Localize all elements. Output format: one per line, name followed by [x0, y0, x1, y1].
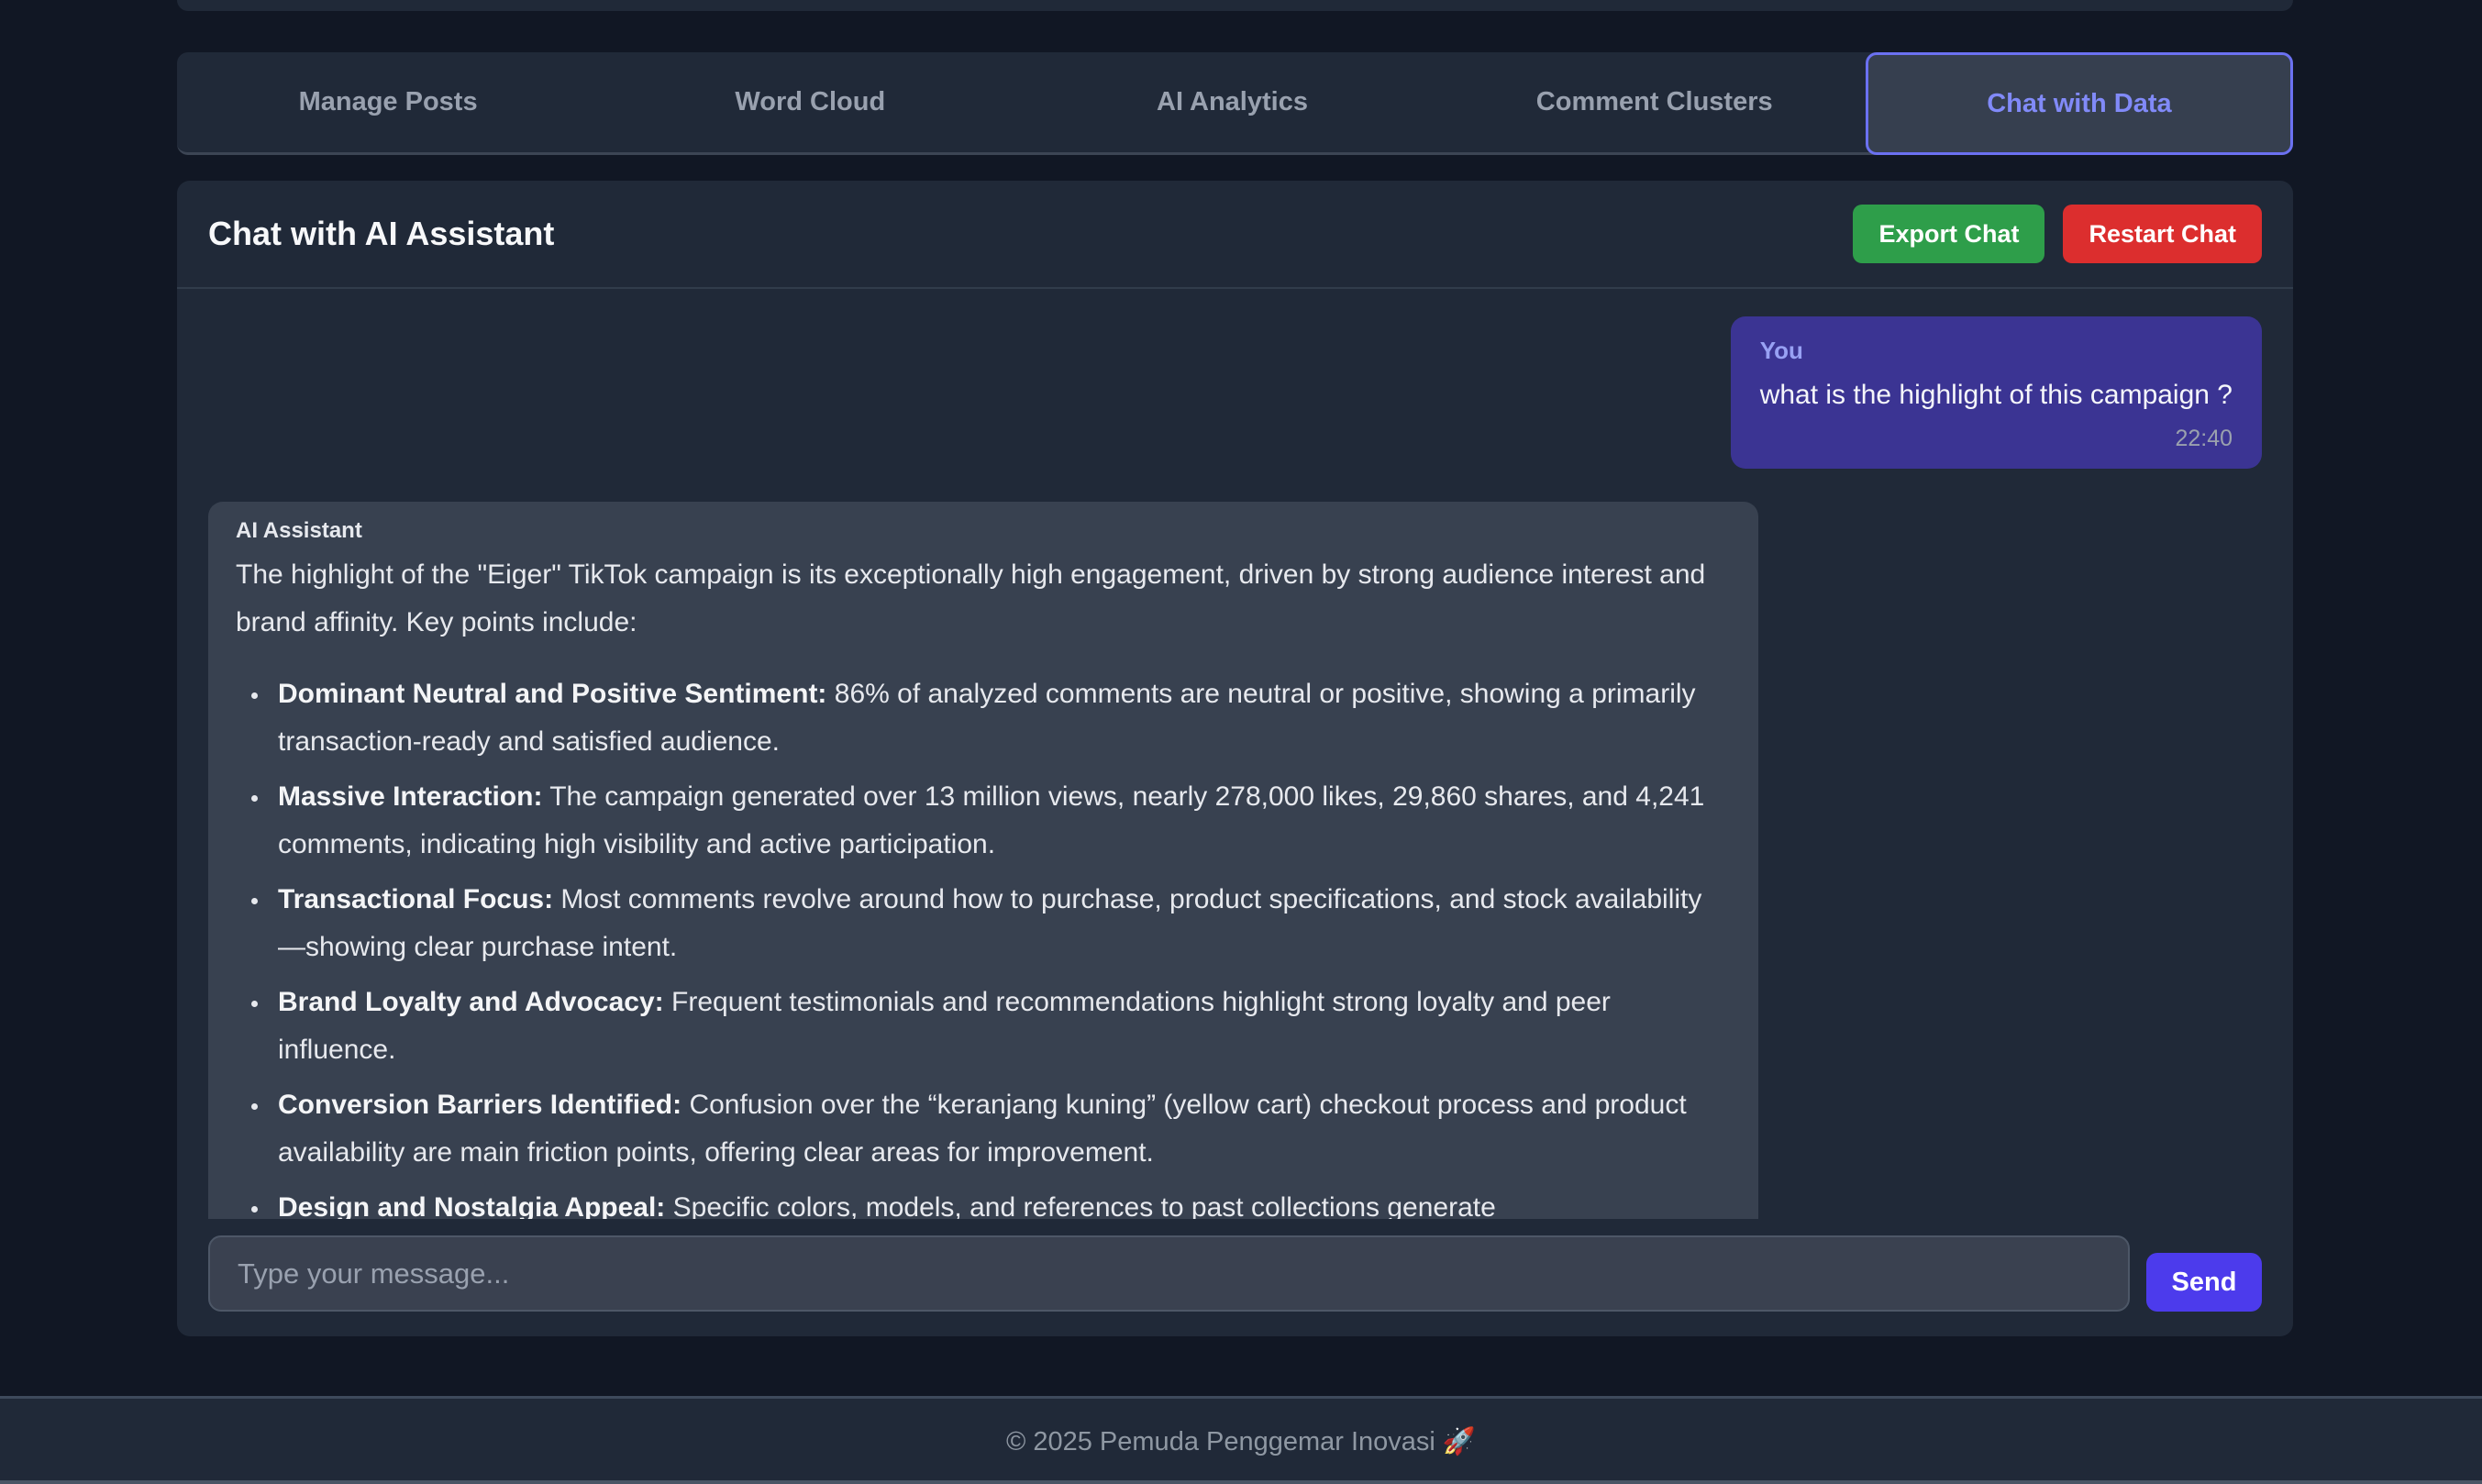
message-input[interactable] — [208, 1235, 2130, 1312]
bullet-title: Transactional Focus: — [278, 884, 553, 914]
tab-word-cloud[interactable]: Word Cloud — [599, 52, 1021, 152]
tab-bar: Manage Posts Word Cloud AI Analytics Com… — [177, 52, 2293, 155]
tab-chat-with-data[interactable]: Chat with Data — [1866, 52, 2293, 155]
user-message-sender: You — [1760, 337, 2233, 365]
previous-card-edge — [177, 0, 2293, 11]
list-item: Brand Loyalty and Advocacy: Frequent tes… — [271, 979, 1722, 1074]
page-title: Chat with AI Assistant — [208, 215, 554, 253]
chat-message-list[interactable]: You what is the highlight of this campai… — [177, 289, 2293, 1219]
copyright-text: © 2025 Pemuda Penggemar Inovasi 🚀 — [1006, 1426, 1476, 1457]
ai-message-intro: The highlight of the "Eiger" TikTok camp… — [236, 551, 1722, 647]
list-item: Massive Interaction: The campaign genera… — [271, 773, 1722, 869]
bullet-title: Brand Loyalty and Advocacy: — [278, 987, 664, 1017]
user-message-text: what is the highlight of this campaign ? — [1760, 376, 2233, 415]
tab-manage-posts[interactable]: Manage Posts — [177, 52, 599, 152]
send-button[interactable]: Send — [2146, 1253, 2262, 1312]
chat-panel-header: Chat with AI Assistant Export Chat Resta… — [177, 181, 2293, 289]
tab-comment-clusters[interactable]: Comment Clusters — [1444, 52, 1866, 152]
restart-chat-button[interactable]: Restart Chat — [2063, 205, 2262, 263]
bullet-title: Conversion Barriers Identified: — [278, 1090, 681, 1120]
ai-message-bubble: AI Assistant The highlight of the "Eiger… — [208, 502, 1758, 1219]
ai-message-bullet-list: Dominant Neutral and Positive Sentiment:… — [236, 670, 1722, 1219]
chat-input-row: Send — [177, 1219, 2293, 1336]
user-message-timestamp: 22:40 — [1760, 426, 2233, 452]
list-item: Conversion Barriers Identified: Confusio… — [271, 1081, 1722, 1177]
tab-ai-analytics[interactable]: AI Analytics — [1021, 52, 1443, 152]
bullet-text: Specific colors, models, and references … — [665, 1192, 1495, 1219]
chat-panel: Chat with AI Assistant Export Chat Resta… — [177, 181, 2293, 1336]
bullet-title: Design and Nostalgia Appeal: — [278, 1192, 665, 1219]
ai-message-sender: AI Assistant — [236, 518, 1722, 544]
user-message-bubble: You what is the highlight of this campai… — [1731, 316, 2262, 469]
list-item: Transactional Focus: Most comments revol… — [271, 876, 1722, 971]
page-footer: © 2025 Pemuda Penggemar Inovasi 🚀 — [0, 1396, 2482, 1484]
list-item: Design and Nostalgia Appeal: Specific co… — [271, 1184, 1722, 1219]
header-actions: Export Chat Restart Chat — [1853, 205, 2262, 263]
bullet-title: Dominant Neutral and Positive Sentiment: — [278, 679, 826, 709]
list-item: Dominant Neutral and Positive Sentiment:… — [271, 670, 1722, 766]
bullet-title: Massive Interaction: — [278, 781, 542, 812]
export-chat-button[interactable]: Export Chat — [1853, 205, 2044, 263]
app-screen: Manage Posts Word Cloud AI Analytics Com… — [0, 0, 2482, 1484]
